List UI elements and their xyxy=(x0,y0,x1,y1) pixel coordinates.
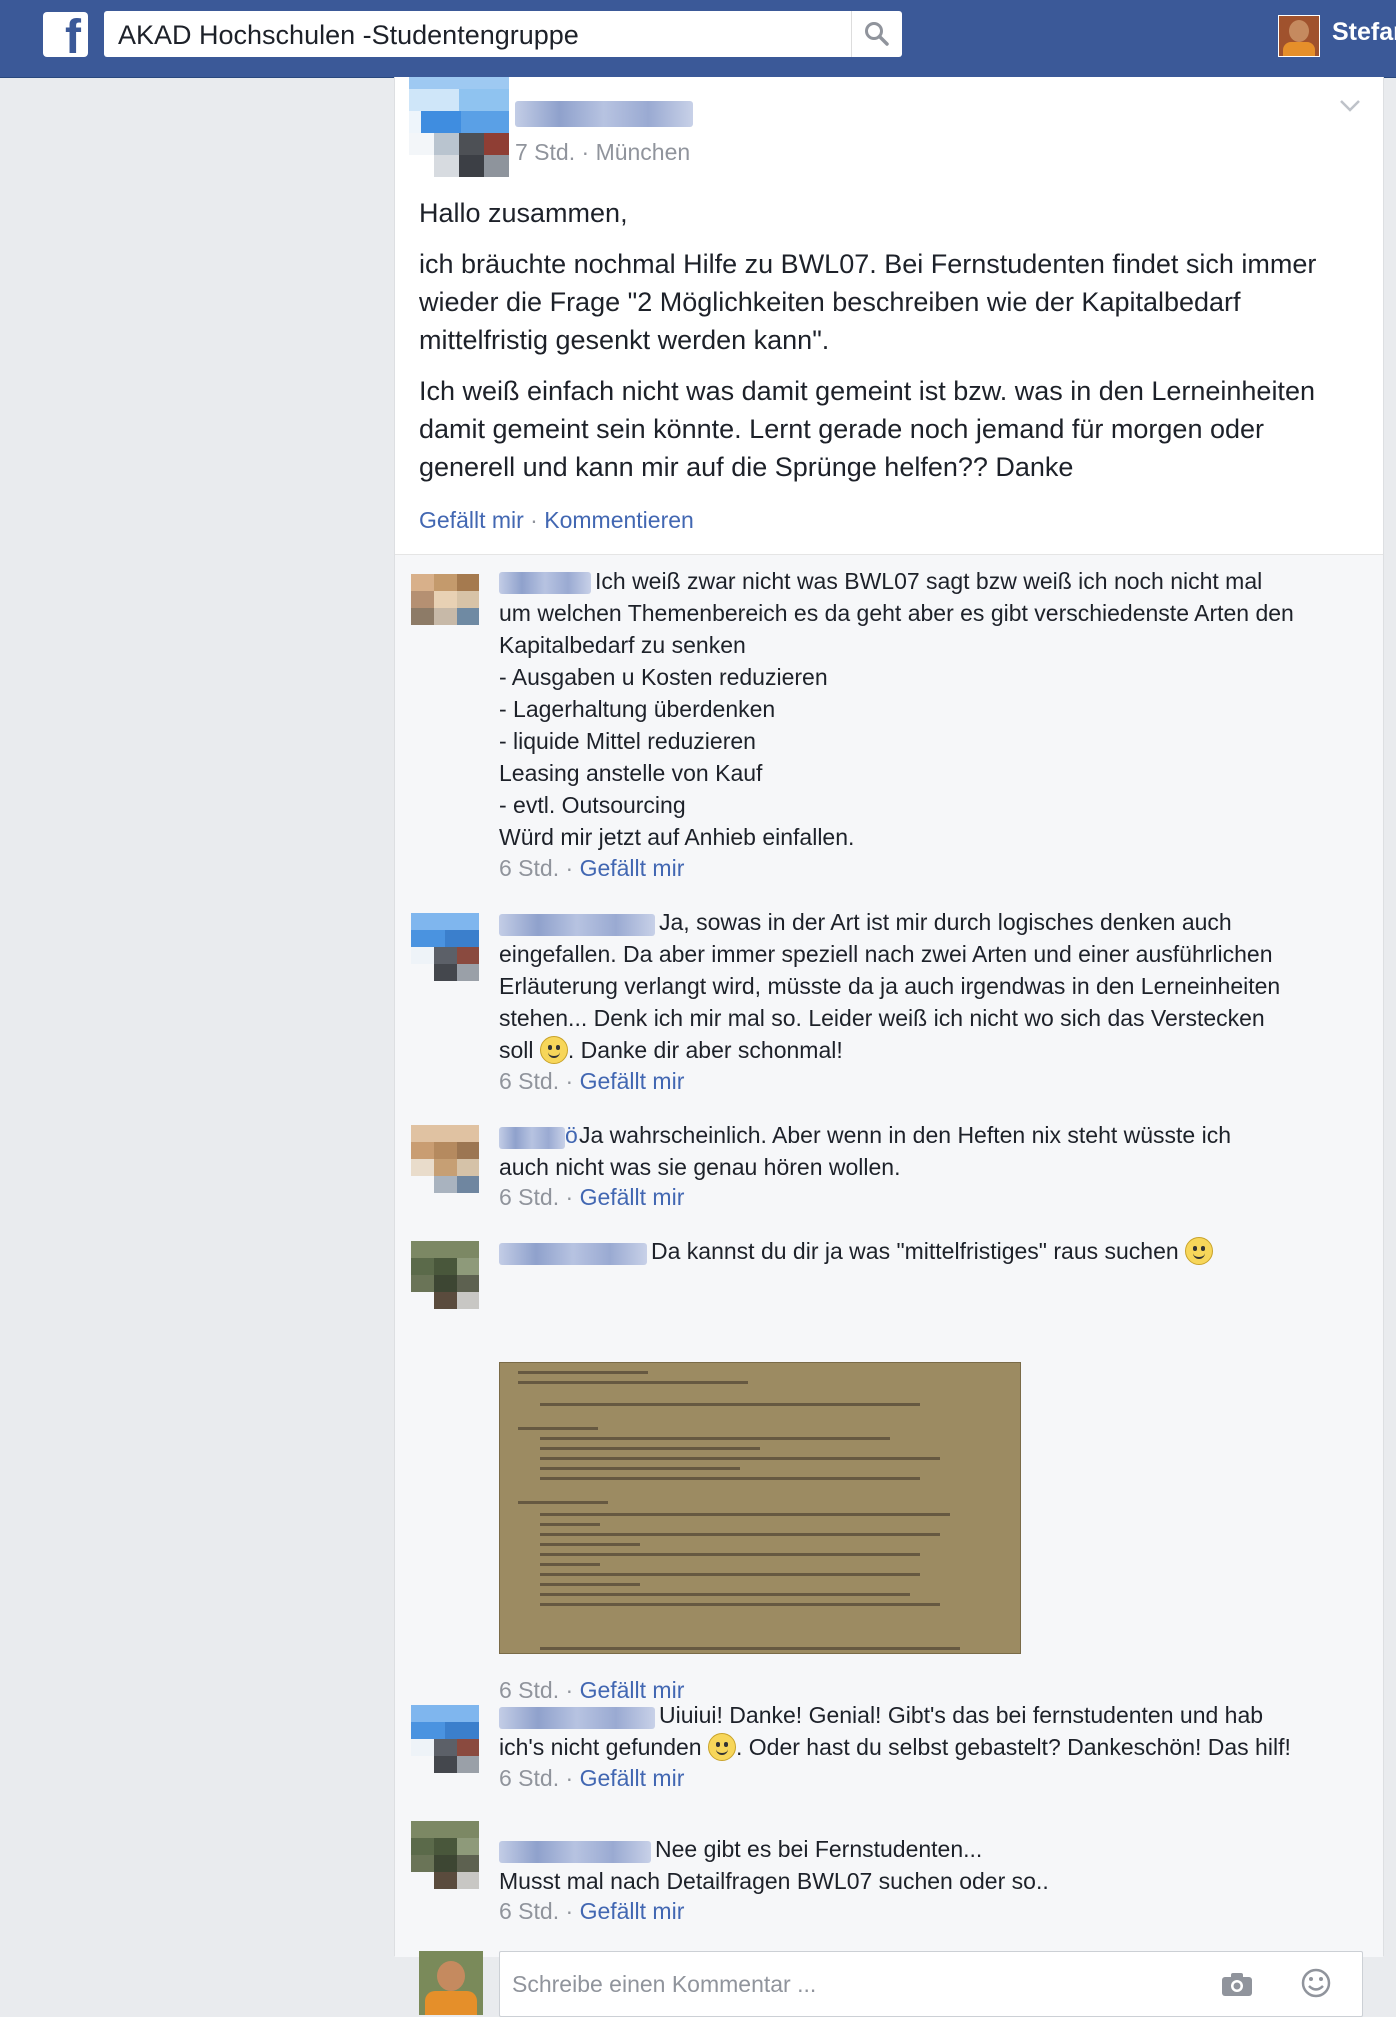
search-box xyxy=(104,11,902,59)
comment-timestamp-link[interactable]: 6 Std. xyxy=(499,1898,559,1924)
comment-avatar[interactable] xyxy=(411,913,479,981)
relieved-emoji-icon xyxy=(707,1733,736,1761)
comment-timestamp-link[interactable]: 6 Std. xyxy=(499,1068,559,1094)
post-timestamp-link[interactable]: 7 Std. xyxy=(515,139,575,165)
post-location-link[interactable]: München xyxy=(596,139,691,165)
comment-timestamp-link[interactable]: 6 Std. xyxy=(499,1765,559,1791)
smiley-emoji-icon xyxy=(539,1036,568,1064)
profile-avatar[interactable] xyxy=(1278,15,1320,57)
comment-text: Nee gibt es bei Fernstudenten... Musst m… xyxy=(499,1836,1049,1894)
comment-avatar[interactable] xyxy=(411,574,479,642)
comment-link[interactable]: Kommentieren xyxy=(544,507,694,533)
comment-composer xyxy=(499,1951,1363,2017)
comment-like-link[interactable]: Gefällt mir xyxy=(580,855,685,881)
search-input[interactable] xyxy=(116,11,840,59)
comment-text: Ich weiß zwar nicht was BWL07 sagt bzw w… xyxy=(499,568,1294,850)
comment-text: Ja wahrscheinlich. Aber wenn in den Heft… xyxy=(499,1122,1232,1180)
comment-actions: 6 Std. · Gefällt mir xyxy=(499,1765,685,1791)
chevron-down-icon[interactable] xyxy=(1339,99,1361,113)
comment-actions: 6 Std. · Gefällt mir xyxy=(499,1184,685,1210)
attached-document-photo[interactable] xyxy=(499,1362,1021,1654)
comment-like-link[interactable]: Gefällt mir xyxy=(580,1765,685,1791)
post-paragraph: Ich weiß einfach nicht was damit gemeint… xyxy=(419,376,1315,482)
facebook-logo-icon[interactable]: f xyxy=(43,12,88,57)
comment-actions: 6 Std. · Gefällt mir xyxy=(499,1068,685,1094)
search-icon xyxy=(865,22,889,46)
camera-icon[interactable] xyxy=(1220,1970,1254,1998)
smiley-emoji-icon xyxy=(1185,1237,1214,1265)
comment-text: Ja, sowas in der Art ist mir durch logis… xyxy=(499,909,1281,1064)
comment-input[interactable] xyxy=(510,1952,1214,2016)
emoji-picker-icon[interactable] xyxy=(1300,1967,1332,1999)
search-button[interactable] xyxy=(851,11,902,57)
post-card: 7 Std. · München Hallo zusammen, ich brä… xyxy=(394,77,1384,2017)
post-meta: 7 Std. · München xyxy=(515,139,691,165)
comment-text: Uiuiui! Danke! Genial! Gibt's das bei fe… xyxy=(499,1702,1291,1761)
post-author-name-link[interactable] xyxy=(515,101,693,127)
comment-avatar[interactable] xyxy=(411,1705,479,1773)
comments-section: Ich weiß zwar nicht was BWL07 sagt bzw w… xyxy=(395,554,1383,2017)
profile-name-link[interactable]: Stefan xyxy=(1332,18,1396,47)
comment-timestamp-link[interactable]: 6 Std. xyxy=(499,855,559,881)
comment-avatar[interactable] xyxy=(411,1125,479,1193)
post-paragraph: ich bräuchte nochmal Hilfe zu BWL07. Bei… xyxy=(419,249,1317,355)
like-link[interactable]: Gefällt mir xyxy=(419,507,524,533)
post-author-avatar[interactable] xyxy=(409,77,509,177)
comment-timestamp-link[interactable]: 6 Std. xyxy=(499,1184,559,1210)
comment-avatar[interactable] xyxy=(411,1241,479,1309)
comment-actions: 6 Std. · Gefällt mir xyxy=(499,1898,685,1924)
post-actions: Gefällt mir · Kommentieren xyxy=(419,507,694,533)
post-greeting: Hallo zusammen, xyxy=(419,198,628,228)
current-user-avatar xyxy=(419,1951,483,2015)
comment-like-link[interactable]: Gefällt mir xyxy=(580,1898,685,1924)
comment-text: Da kannst du dir ja was "mittelfristiges… xyxy=(499,1235,1359,1267)
top-navigation-bar: f Stefan xyxy=(0,0,1396,78)
comment-like-link[interactable]: Gefällt mir xyxy=(580,1184,685,1210)
comment-like-link[interactable]: Gefällt mir xyxy=(580,1068,685,1094)
comment-actions: 6 Std. · Gefällt mir xyxy=(499,855,685,881)
comment-avatar[interactable] xyxy=(411,1821,479,1889)
